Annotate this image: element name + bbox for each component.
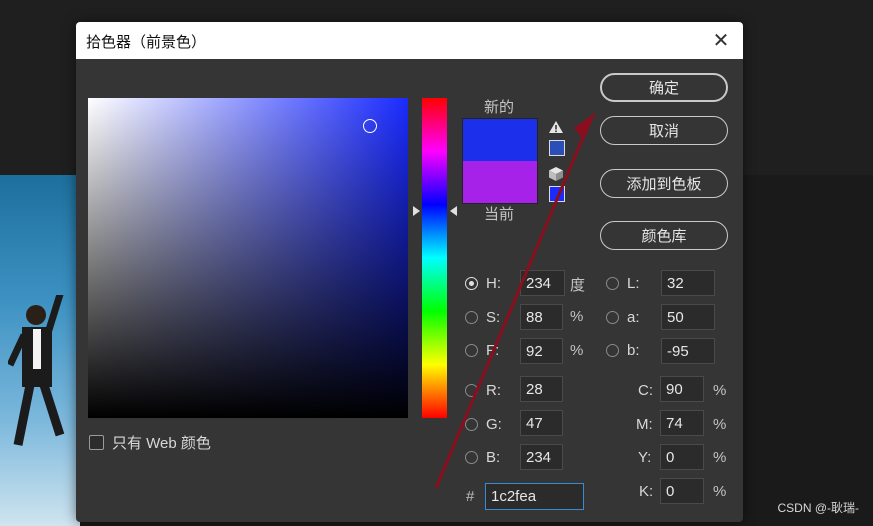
saturation-unit: % bbox=[570, 308, 584, 325]
current-color-label: 当前 bbox=[484, 206, 515, 223]
current-color-swatch[interactable] bbox=[463, 161, 537, 203]
gamut-warning-icon[interactable] bbox=[548, 120, 564, 134]
web-colors-only-option[interactable]: 只有 Web 颜色 bbox=[89, 432, 211, 453]
brightness-radio[interactable] bbox=[465, 344, 478, 357]
blue-radio[interactable] bbox=[465, 451, 478, 464]
black-unit: % bbox=[713, 483, 727, 500]
yellow-unit: % bbox=[713, 449, 727, 466]
web-colors-only-label: 只有 Web 颜色 bbox=[112, 435, 211, 452]
color-field[interactable] bbox=[88, 98, 408, 418]
brightness-unit: % bbox=[570, 342, 584, 359]
color-preview bbox=[462, 118, 538, 204]
lab-b-input[interactable]: -95 bbox=[661, 338, 715, 364]
cyan-unit: % bbox=[713, 382, 727, 399]
new-color-label: 新的 bbox=[484, 99, 515, 116]
magenta-input[interactable]: 74 bbox=[660, 410, 704, 436]
color-field-handle[interactable] bbox=[363, 119, 377, 133]
lightness-input[interactable]: 32 bbox=[661, 270, 715, 296]
background-photo bbox=[0, 175, 80, 526]
saturation-radio[interactable] bbox=[465, 311, 478, 324]
ok-button[interactable]: 确定 bbox=[600, 73, 728, 102]
jumping-man-figure bbox=[8, 295, 65, 446]
lightness-label: L: bbox=[627, 275, 640, 292]
hue-unit: 度 bbox=[570, 277, 586, 294]
blue-input[interactable]: 234 bbox=[520, 444, 563, 470]
cyan-input[interactable]: 90 bbox=[660, 376, 704, 402]
cyan-label: C: bbox=[638, 382, 653, 399]
color-picker-dialog: 拾色器（前景色） ✕ 只有 Web 颜色 新的 当前 确定 取消 添加到色板 颜… bbox=[76, 22, 743, 522]
hue-input[interactable]: 234 bbox=[520, 270, 565, 296]
green-input[interactable]: 47 bbox=[520, 410, 563, 436]
new-color-swatch bbox=[463, 119, 537, 161]
green-label: G: bbox=[486, 416, 502, 433]
lightness-radio[interactable] bbox=[606, 277, 619, 290]
saturation-input[interactable]: 88 bbox=[520, 304, 563, 330]
lab-b-label: b: bbox=[627, 342, 640, 359]
black-label: K: bbox=[639, 483, 654, 500]
hue-slider-left-arrow-icon[interactable] bbox=[413, 206, 420, 216]
dialog-title: 拾色器（前景色） bbox=[86, 34, 207, 51]
lab-a-label: a: bbox=[627, 309, 640, 326]
hex-prefix: # bbox=[466, 488, 475, 505]
lab-a-input[interactable]: 50 bbox=[661, 304, 715, 330]
brightness-input[interactable]: 92 bbox=[520, 338, 563, 364]
brightness-label: F: bbox=[486, 342, 500, 359]
red-radio[interactable] bbox=[465, 384, 478, 397]
hex-input[interactable]: 1c2fea bbox=[485, 483, 584, 510]
red-label: R: bbox=[486, 382, 501, 399]
add-to-swatches-button[interactable]: 添加到色板 bbox=[600, 169, 728, 198]
blue-label: B: bbox=[486, 449, 501, 466]
hue-slider-right-arrow-icon[interactable] bbox=[450, 206, 457, 216]
red-input[interactable]: 28 bbox=[520, 376, 563, 402]
magenta-unit: % bbox=[713, 416, 727, 433]
yellow-input[interactable]: 0 bbox=[660, 444, 704, 470]
title-bar: 拾色器（前景色） ✕ bbox=[76, 22, 743, 59]
color-libraries-button[interactable]: 颜色库 bbox=[600, 221, 728, 250]
saturation-label: S: bbox=[486, 309, 501, 326]
magenta-label: M: bbox=[636, 416, 653, 433]
watermark: CSDN @-耿瑞- bbox=[777, 501, 859, 515]
cancel-button[interactable]: 取消 bbox=[600, 116, 728, 145]
yellow-label: Y: bbox=[638, 449, 652, 466]
black-input[interactable]: 0 bbox=[660, 478, 704, 504]
lab-b-radio[interactable] bbox=[606, 344, 619, 357]
hue-slider[interactable] bbox=[422, 98, 447, 418]
web-colors-only-checkbox[interactable] bbox=[89, 435, 104, 450]
hue-radio[interactable] bbox=[465, 277, 478, 290]
close-icon[interactable]: ✕ bbox=[707, 26, 735, 54]
green-radio[interactable] bbox=[465, 418, 478, 431]
web-safe-cube-icon[interactable] bbox=[548, 166, 564, 182]
gamut-correction-swatch[interactable] bbox=[549, 140, 565, 156]
web-safe-swatch[interactable] bbox=[549, 186, 565, 202]
lab-a-radio[interactable] bbox=[606, 311, 619, 324]
hue-label: H: bbox=[486, 275, 501, 292]
